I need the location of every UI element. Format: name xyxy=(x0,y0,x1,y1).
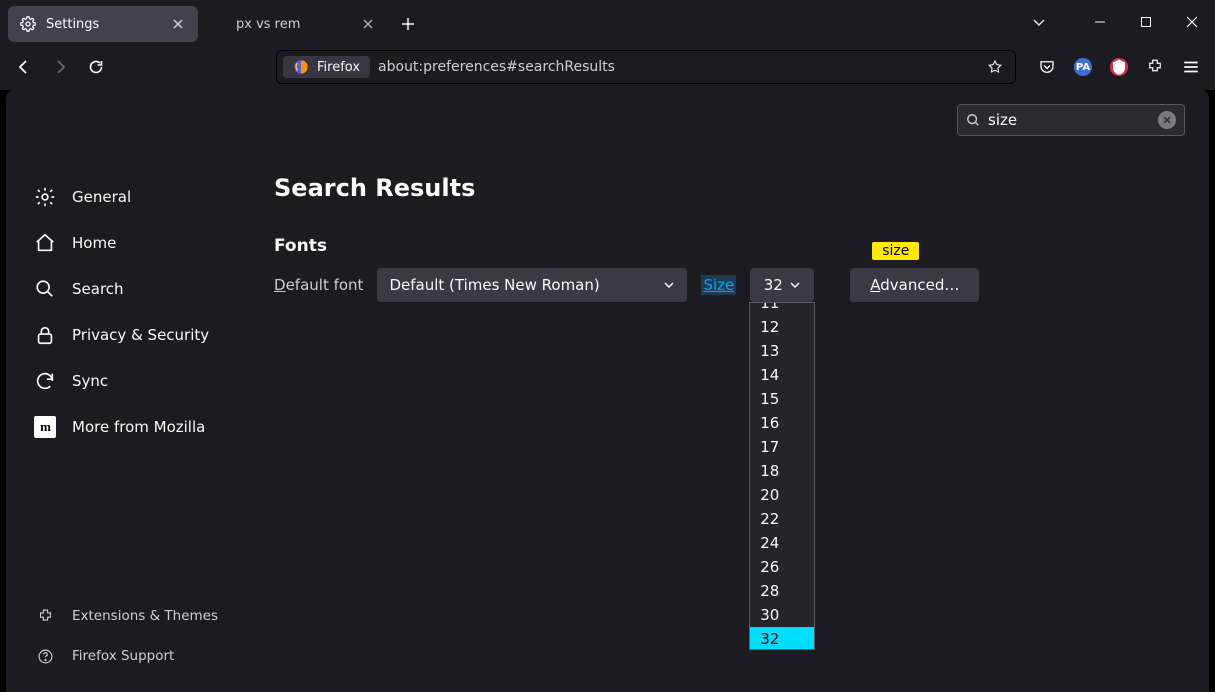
advanced-fonts-button[interactable]: size Advanced… xyxy=(850,268,979,302)
gear-icon xyxy=(34,186,56,208)
window-controls xyxy=(1077,0,1215,44)
font-size-dropdown[interactable]: 111213141516171820222426283032 xyxy=(749,302,815,650)
size-label: Size xyxy=(701,275,736,295)
gear-icon xyxy=(20,16,36,32)
size-option-15[interactable]: 15 xyxy=(750,387,814,411)
identity-box[interactable]: Firefox xyxy=(283,56,370,78)
size-option-32[interactable]: 32 xyxy=(750,627,814,649)
lock-icon xyxy=(34,324,56,346)
main-content: size Search Results Fonts Default font D… xyxy=(246,90,1209,692)
size-option-14[interactable]: 14 xyxy=(750,363,814,387)
search-icon xyxy=(34,278,56,300)
close-icon[interactable] xyxy=(360,16,376,32)
sidebar-item-label: Sync xyxy=(72,372,108,390)
size-option-13[interactable]: 13 xyxy=(750,339,814,363)
size-option-11[interactable]: 11 xyxy=(750,302,814,315)
clear-search-button[interactable] xyxy=(1158,111,1176,129)
close-icon[interactable] xyxy=(170,16,186,32)
sidebar-item-search[interactable]: Search xyxy=(14,268,238,310)
new-tab-button[interactable] xyxy=(392,8,424,40)
firefox-icon xyxy=(293,59,309,75)
toolbar-right: PA xyxy=(1031,51,1207,83)
default-font-label: Default font xyxy=(274,276,363,294)
puzzle-icon xyxy=(34,605,56,627)
ublock-icon xyxy=(1110,58,1128,76)
sidebar-item-mozilla[interactable]: m More from Mozilla xyxy=(14,406,238,448)
titlebar: Settings px vs rem xyxy=(0,0,1215,44)
search-highlight-tooltip: size xyxy=(872,242,919,260)
size-option-22[interactable]: 22 xyxy=(750,507,814,531)
sidebar-item-extensions[interactable]: Extensions & Themes xyxy=(14,598,238,634)
chevron-down-icon xyxy=(663,279,675,291)
pocket-button[interactable] xyxy=(1031,51,1063,83)
size-option-18[interactable]: 18 xyxy=(750,459,814,483)
ublock-button[interactable] xyxy=(1103,51,1135,83)
tab-strip: Settings px vs rem xyxy=(8,0,424,44)
default-font-value: Default (Times New Roman) xyxy=(389,276,599,294)
section-fonts: Fonts xyxy=(274,236,1185,256)
size-option-17[interactable]: 17 xyxy=(750,435,814,459)
reload-button[interactable] xyxy=(80,51,112,83)
font-size-select[interactable]: 32 111213141516171820222426283032 xyxy=(750,268,814,302)
home-icon xyxy=(34,232,56,254)
search-icon xyxy=(966,113,980,127)
sidebar-item-support[interactable]: Firefox Support xyxy=(14,638,238,674)
size-option-30[interactable]: 30 xyxy=(750,603,814,627)
maximize-button[interactable] xyxy=(1123,0,1169,44)
sidebar-item-privacy[interactable]: Privacy & Security xyxy=(14,314,238,356)
sidebar-item-label: Privacy & Security xyxy=(72,326,209,344)
tab-title: px vs rem xyxy=(236,17,350,32)
search-value: size xyxy=(988,111,1150,129)
sidebar-item-label: Search xyxy=(72,280,124,298)
sidebar-item-home[interactable]: Home xyxy=(14,222,238,264)
list-all-tabs-button[interactable] xyxy=(1021,0,1057,44)
size-option-24[interactable]: 24 xyxy=(750,531,814,555)
size-option-16[interactable]: 16 xyxy=(750,411,814,435)
tab-settings[interactable]: Settings xyxy=(8,6,198,42)
tab-px-vs-rem[interactable]: px vs rem xyxy=(198,6,388,42)
size-option-26[interactable]: 26 xyxy=(750,555,814,579)
extensions-button[interactable] xyxy=(1139,51,1171,83)
minimize-button[interactable] xyxy=(1077,0,1123,44)
preferences-page: General Home Search Privacy & Security S… xyxy=(6,90,1209,692)
sidebar-item-label: Extensions & Themes xyxy=(72,608,218,624)
account-button[interactable]: PA xyxy=(1067,51,1099,83)
forward-button[interactable] xyxy=(44,51,76,83)
nav-toolbar: Firefox about:preferences#searchResults … xyxy=(0,44,1215,90)
close-window-button[interactable] xyxy=(1169,0,1215,44)
sidebar-item-label: Home xyxy=(72,234,116,252)
sidebar: General Home Search Privacy & Security S… xyxy=(6,90,246,692)
font-size-value: 32 xyxy=(764,276,783,294)
url-bar[interactable]: Firefox about:preferences#searchResults xyxy=(276,50,1016,84)
sidebar-item-general[interactable]: General xyxy=(14,176,238,218)
help-icon xyxy=(34,645,56,667)
mozilla-icon: m xyxy=(34,416,56,438)
account-avatar: PA xyxy=(1074,58,1092,76)
app-menu-button[interactable] xyxy=(1175,51,1207,83)
sync-icon xyxy=(34,370,56,392)
size-option-20[interactable]: 20 xyxy=(750,483,814,507)
tab-title: Settings xyxy=(46,17,160,32)
chevron-down-icon xyxy=(789,279,801,291)
back-button[interactable] xyxy=(8,51,40,83)
fonts-row: Default font Default (Times New Roman) S… xyxy=(274,268,1185,302)
sidebar-item-label: Firefox Support xyxy=(72,648,174,664)
identity-label: Firefox xyxy=(317,60,360,75)
size-option-28[interactable]: 28 xyxy=(750,579,814,603)
size-option-12[interactable]: 12 xyxy=(750,315,814,339)
default-font-select[interactable]: Default (Times New Roman) xyxy=(377,268,687,302)
globe-icon xyxy=(210,16,226,32)
sidebar-item-label: General xyxy=(72,188,131,206)
sidebar-item-sync[interactable]: Sync xyxy=(14,360,238,402)
sidebar-item-label: More from Mozilla xyxy=(72,418,205,436)
url-text: about:preferences#searchResults xyxy=(378,59,615,75)
settings-search-input[interactable]: size xyxy=(957,104,1185,136)
bookmark-star-button[interactable] xyxy=(981,53,1009,81)
advanced-label: Advanced… xyxy=(870,276,959,294)
page-title: Search Results xyxy=(274,174,1185,202)
